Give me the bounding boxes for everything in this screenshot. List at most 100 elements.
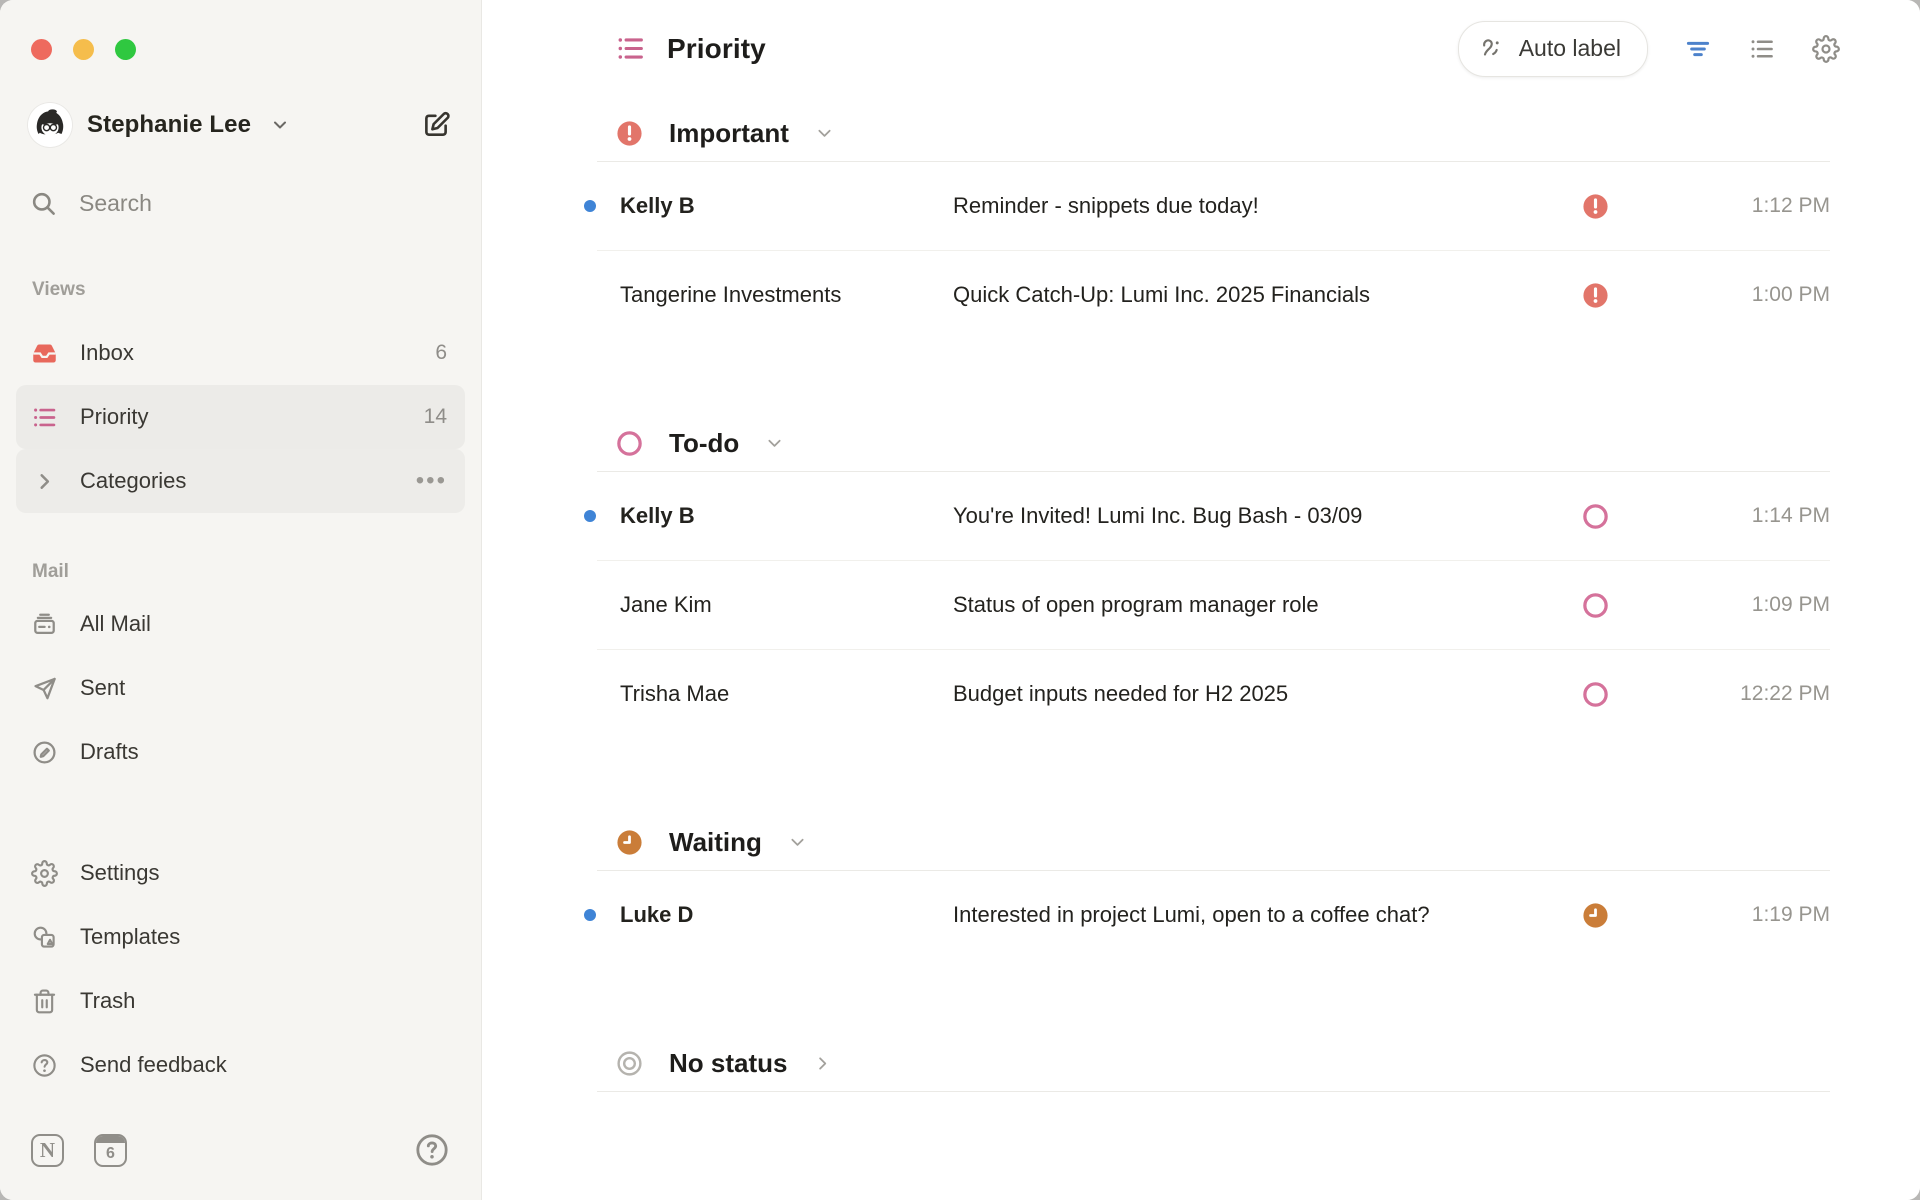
calendar-icon-header	[96, 1136, 125, 1143]
email-row[interactable]: Luke D Interested in project Lumi, open …	[597, 871, 1830, 959]
sidebar-item-templates[interactable]: Templates	[16, 905, 465, 969]
group-waiting: Waiting Luke D Interested in project Lum…	[597, 814, 1830, 959]
sidebar-item-inbox[interactable]: Inbox 6	[16, 321, 465, 385]
inbox-icon	[31, 340, 58, 367]
sidebar-item-label: Sent	[80, 675, 125, 701]
priority-list-icon	[31, 404, 58, 431]
todo-status-icon	[615, 429, 644, 458]
email-list: Important Kelly B Reminder - snippets du…	[482, 97, 1920, 1200]
search-input[interactable]: Search	[16, 187, 465, 219]
mail-section-label: Mail	[32, 561, 465, 585]
filter-icon[interactable]	[1684, 35, 1712, 63]
sidebar-item-send-feedback[interactable]: Send feedback	[16, 1033, 465, 1097]
email-row[interactable]: Trisha Mae Budget inputs needed for H2 2…	[597, 649, 1830, 738]
gear-icon[interactable]	[1812, 35, 1840, 63]
email-subject: Interested in project Lumi, open to a co…	[953, 902, 1430, 928]
email-time: 1:00 PM	[1660, 283, 1830, 307]
email-sender: Kelly B	[620, 503, 953, 529]
todo-badge-icon[interactable]	[1581, 680, 1610, 709]
email-subject: Status of open program manager role	[953, 592, 1319, 618]
auto-label-wand-icon	[1479, 35, 1506, 62]
auto-label-button-label: Auto label	[1519, 35, 1621, 62]
calendar-icon-day: 6	[106, 1143, 115, 1165]
email-sender: Kelly B	[620, 193, 953, 219]
todo-badge-icon[interactable]	[1581, 591, 1610, 620]
sidebar-item-label: Send feedback	[80, 1052, 227, 1078]
mail-app-window: Stephanie Lee Search Views	[0, 0, 1920, 1200]
email-time: 1:09 PM	[1660, 593, 1830, 617]
chevron-down-icon[interactable]	[765, 434, 784, 453]
group-label: No status	[669, 1048, 787, 1079]
email-row[interactable]: Jane Kim Status of open program manager …	[597, 560, 1830, 649]
sidebar-item-label: Priority	[80, 404, 148, 430]
important-badge-icon[interactable]	[1581, 192, 1610, 221]
minimize-window-button[interactable]	[73, 39, 94, 60]
help-icon[interactable]	[415, 1133, 449, 1167]
trash-icon	[31, 988, 58, 1015]
sidebar-item-all-mail[interactable]: All Mail	[16, 592, 465, 656]
more-icon[interactable]: •••	[416, 476, 447, 486]
email-sender: Tangerine Investments	[620, 282, 953, 308]
group-important: Important Kelly B Reminder - snippets du…	[597, 105, 1830, 339]
auto-label-button[interactable]: Auto label	[1458, 21, 1648, 77]
sidebar-item-label: Categories	[80, 468, 186, 494]
page-title: Priority	[667, 33, 766, 65]
unread-dot	[584, 909, 596, 921]
avatar	[28, 103, 72, 147]
sidebar-item-label: All Mail	[80, 611, 151, 637]
calendar-icon[interactable]: 6	[94, 1134, 127, 1167]
sidebar-item-priority[interactable]: Priority 14	[16, 385, 465, 449]
unread-dot	[584, 200, 596, 212]
sidebar-item-sent[interactable]: Sent	[16, 656, 465, 720]
important-badge-icon[interactable]	[1581, 281, 1610, 310]
sidebar-item-drafts[interactable]: Drafts	[16, 720, 465, 784]
drafts-icon	[31, 739, 58, 766]
email-row[interactable]: Kelly B You're Invited! Lumi Inc. Bug Ba…	[597, 472, 1830, 560]
group-header-waiting[interactable]: Waiting	[597, 814, 1830, 870]
chevron-down-icon	[270, 115, 290, 135]
todo-badge-icon[interactable]	[1581, 502, 1610, 531]
email-time: 1:14 PM	[1660, 504, 1830, 528]
waiting-status-icon	[615, 828, 644, 857]
account-switcher[interactable]: Stephanie Lee	[16, 103, 465, 147]
sidebar-item-label: Templates	[80, 924, 180, 950]
unread-dot	[584, 510, 596, 522]
sidebar: Stephanie Lee Search Views	[0, 0, 482, 1200]
chevron-down-icon[interactable]	[815, 124, 834, 143]
no-status-icon	[615, 1049, 644, 1078]
sidebar-item-label: Inbox	[80, 340, 134, 366]
sidebar-item-label: Settings	[80, 860, 160, 886]
sidebar-item-trash[interactable]: Trash	[16, 969, 465, 1033]
group-no-status: No status	[597, 1035, 1830, 1092]
list-view-icon[interactable]	[1748, 35, 1776, 63]
email-subject: Reminder - snippets due today!	[953, 193, 1259, 219]
views-section-label: Views	[32, 279, 465, 303]
group-header-no-status[interactable]: No status	[597, 1035, 1830, 1091]
sidebar-item-count: 6	[435, 341, 447, 365]
email-sender: Jane Kim	[620, 592, 953, 618]
group-header-todo[interactable]: To-do	[597, 415, 1830, 471]
sidebar-item-label: Trash	[80, 988, 135, 1014]
compose-icon[interactable]	[421, 110, 451, 140]
chevron-down-icon[interactable]	[788, 833, 807, 852]
email-row[interactable]: Kelly B Reminder - snippets due today! 1…	[597, 162, 1830, 250]
sidebar-item-settings[interactable]: Settings	[16, 841, 465, 905]
divider	[597, 1091, 1830, 1092]
close-window-button[interactable]	[31, 39, 52, 60]
chevron-right-icon[interactable]	[813, 1054, 832, 1073]
email-time: 1:12 PM	[1660, 194, 1830, 218]
priority-list-icon	[615, 33, 646, 64]
email-subject: Budget inputs needed for H2 2025	[953, 681, 1288, 707]
notion-logo-icon[interactable]: N	[31, 1134, 64, 1167]
group-header-important[interactable]: Important	[597, 105, 1830, 161]
main-panel: Priority Auto label	[482, 0, 1920, 1200]
search-placeholder: Search	[79, 190, 152, 217]
email-row[interactable]: Tangerine Investments Quick Catch-Up: Lu…	[597, 250, 1830, 339]
chevron-right-icon[interactable]	[31, 468, 58, 495]
sidebar-item-categories[interactable]: Categories •••	[16, 449, 465, 513]
search-icon	[30, 190, 57, 217]
zoom-window-button[interactable]	[115, 39, 136, 60]
email-subject: Quick Catch-Up: Lumi Inc. 2025 Financial…	[953, 282, 1370, 308]
waiting-badge-icon[interactable]	[1581, 901, 1610, 930]
help-circle-icon	[31, 1052, 58, 1079]
